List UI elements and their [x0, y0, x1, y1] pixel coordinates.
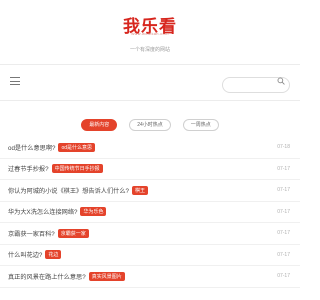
article-tag[interactable]: 真实风景图片: [88, 271, 125, 281]
article-date: 07-17: [277, 165, 290, 172]
site-header: 我乐看 www.wolekan.com 一个有深度的网站: [0, 0, 300, 60]
list-item: 真正的风景在路上什么意思? 真实风景图片 07-17: [0, 266, 300, 288]
article-date: 07-17: [277, 230, 290, 237]
article-tag[interactable]: 华为乐色: [80, 207, 107, 217]
list-item: 京霸获一家百科? 京霸获一家 07-17: [0, 223, 300, 245]
article-title[interactable]: 京霸获一家百科?: [8, 229, 55, 238]
tab-24h-hot[interactable]: 24小时热点: [129, 119, 171, 131]
list-item: od是什么意思啊? od是什么意思 07-18: [0, 137, 300, 159]
list-item: 什么叫花边? 花边 07-17: [0, 245, 300, 266]
list-item: 过春节手抄报? 中国传统节日手抄报 07-17: [0, 159, 300, 180]
article-tag[interactable]: 花边: [45, 250, 62, 260]
list-item: 你认为阿城的小说《棋王》想告诉人们什么? 棋王 07-17: [0, 180, 300, 202]
logo-url: www.wolekan.com: [131, 31, 169, 36]
article-tag[interactable]: od是什么意思: [58, 142, 96, 152]
article-title[interactable]: od是什么意思啊?: [8, 143, 55, 152]
article-tag[interactable]: 京霸获一家: [57, 228, 89, 238]
article-date: 07-17: [277, 251, 290, 258]
article-title[interactable]: 什么叫花边?: [8, 250, 42, 259]
article-title[interactable]: 过春节手抄报?: [8, 164, 49, 173]
article-list: od是什么意思啊? od是什么意思 07-18 过春节手抄报? 中国传统节日手抄…: [0, 137, 300, 288]
search-icon[interactable]: [277, 77, 285, 85]
search-box: [222, 73, 290, 93]
article-date: 07-18: [277, 144, 290, 151]
site-slogan: 一个有深度的网站: [129, 47, 170, 53]
article-tag[interactable]: 中国传统节日手抄报: [51, 164, 103, 174]
nav-divider: [0, 100, 300, 101]
tab-week-hot[interactable]: 一周热点: [182, 119, 219, 131]
list-item: 华为大X洗怎么连接网络? 华为乐色 07-17: [0, 202, 300, 223]
header-divider: [0, 64, 300, 65]
article-date: 07-17: [277, 187, 290, 194]
tab-bar: 最新内容 24小时热点 一周热点: [0, 119, 300, 131]
article-title[interactable]: 华为大X洗怎么连接网络?: [8, 207, 77, 216]
article-date: 07-17: [277, 208, 290, 215]
menu-icon[interactable]: [10, 77, 20, 85]
article-title[interactable]: 真正的风景在路上什么意思?: [8, 272, 86, 281]
article-date: 07-17: [277, 273, 290, 280]
article-title[interactable]: 你认为阿城的小说《棋王》想告诉人们什么?: [8, 186, 129, 195]
tab-latest[interactable]: 最新内容: [81, 119, 118, 131]
article-tag[interactable]: 棋王: [132, 185, 149, 195]
